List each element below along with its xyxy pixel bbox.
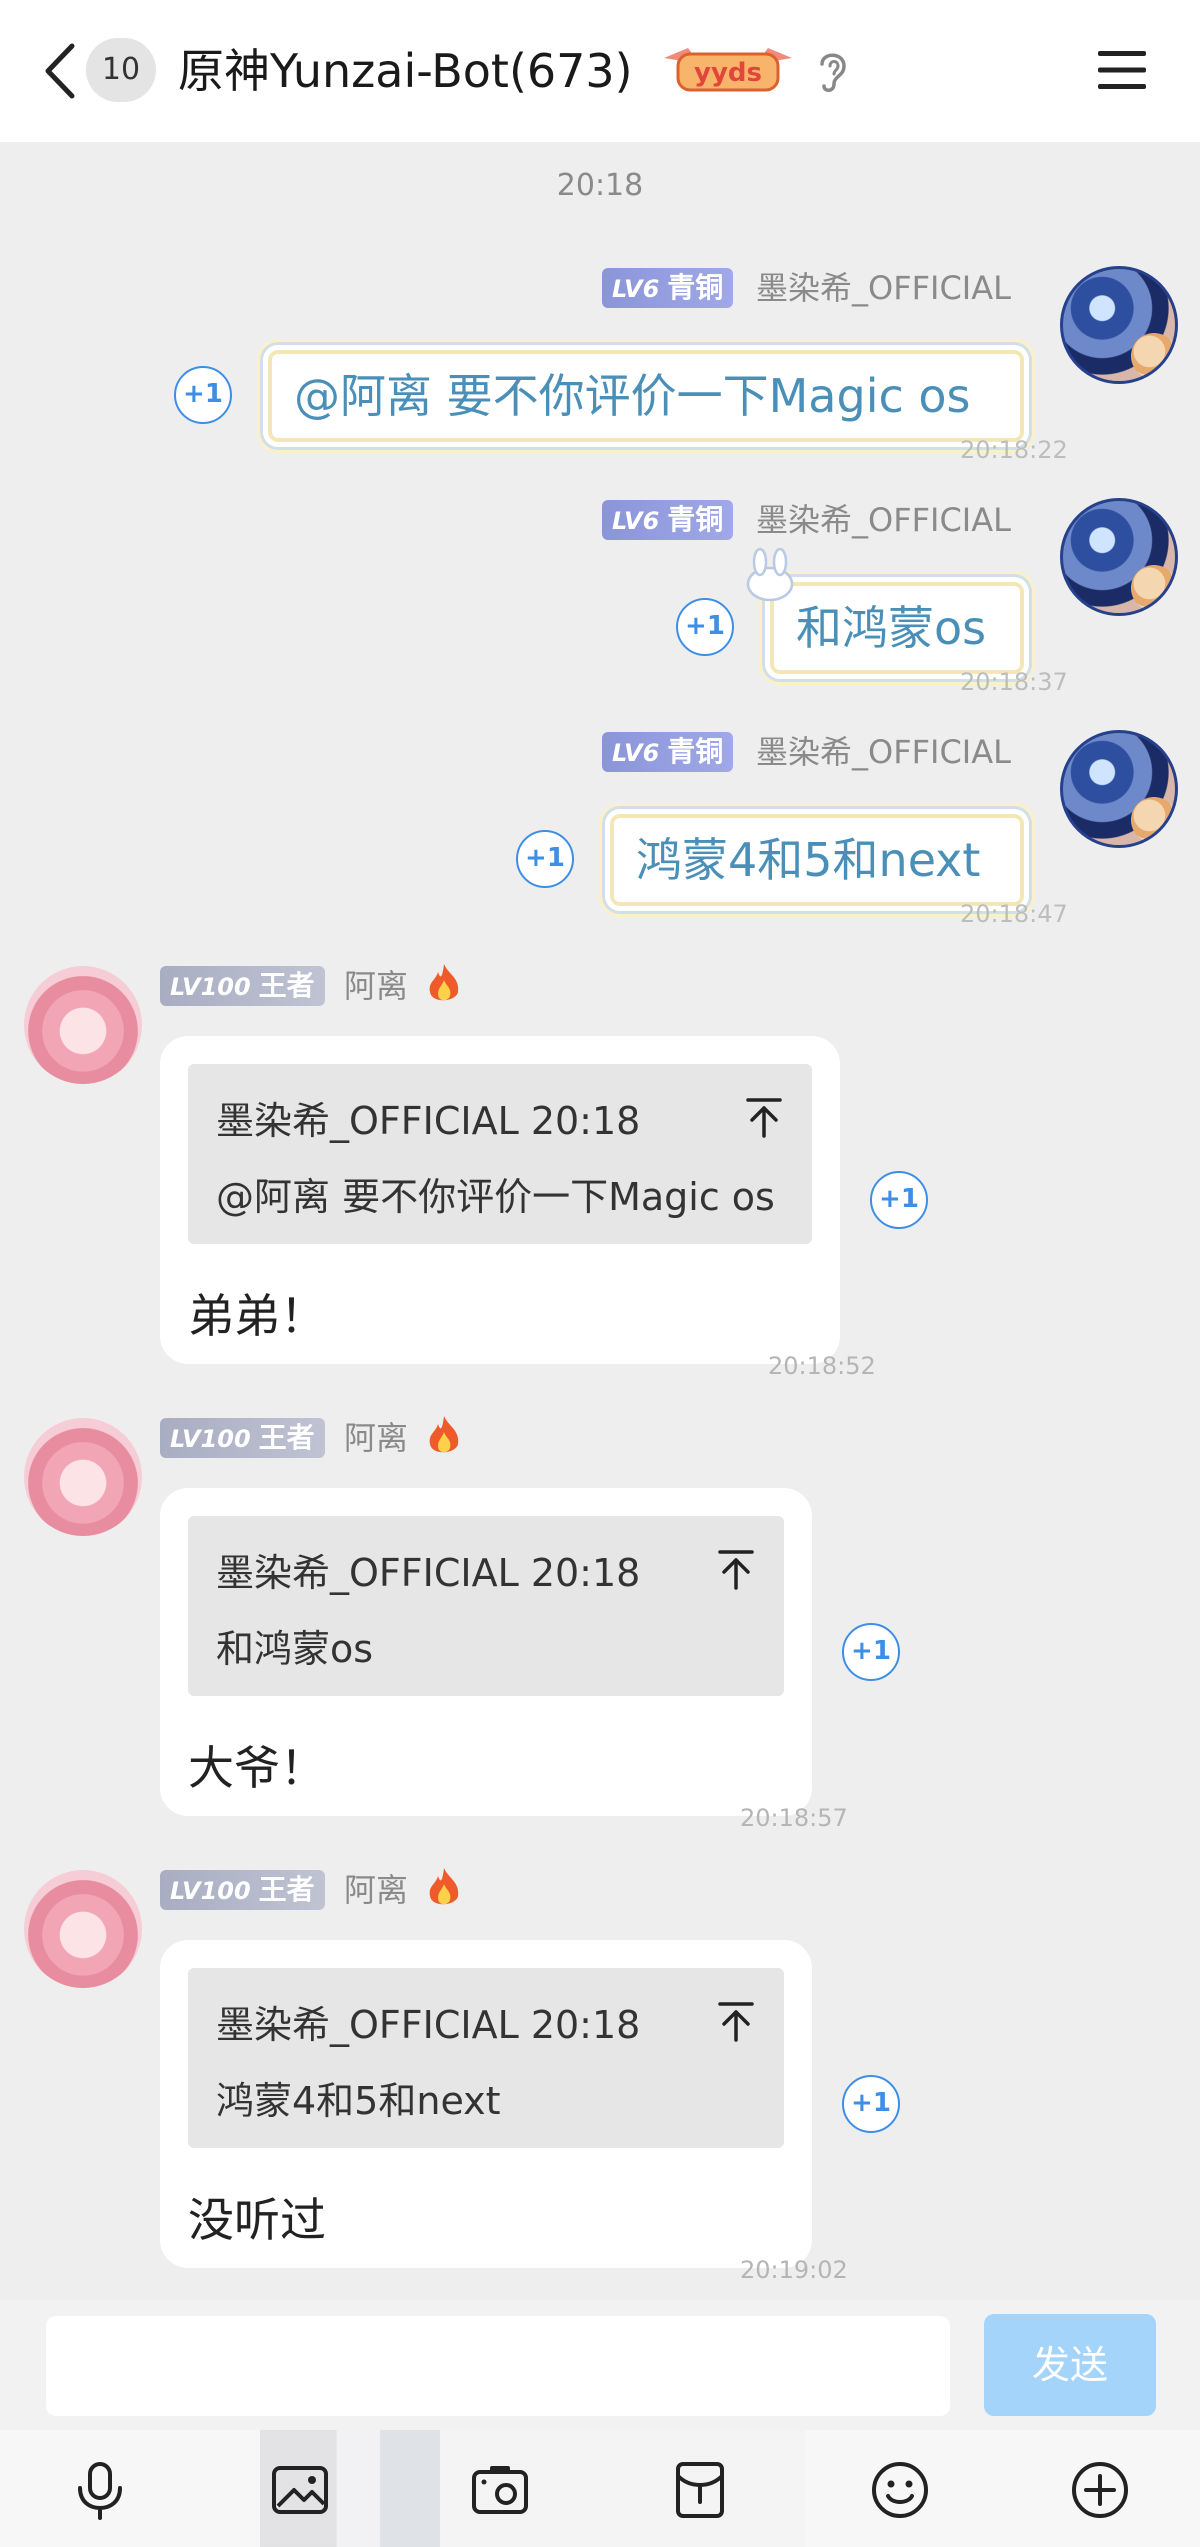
send-button[interactable]: 发送 (984, 2314, 1156, 2416)
plus-one-button[interactable]: +1 (842, 1623, 900, 1681)
microphone-icon[interactable] (68, 2458, 132, 2522)
quote-body: 和鸿蒙os (216, 1627, 374, 1671)
svg-text:yyds: yyds (694, 58, 762, 88)
message-time: 20:18:57 (740, 1804, 848, 1832)
avatar[interactable] (1060, 498, 1178, 616)
hamburger-menu-icon[interactable] (1096, 48, 1148, 92)
message-composer: 发送 (0, 2300, 1200, 2430)
jump-to-quote-icon[interactable] (716, 1548, 756, 1592)
plus-one-button[interactable]: +1 (870, 1171, 928, 1229)
sender-name[interactable]: 墨染希_OFFICIAL (756, 732, 1011, 772)
reply-bubble[interactable]: 墨染希_OFFICIAL 20:18 和鸿蒙os 大爷！ (160, 1488, 812, 1816)
jump-to-quote-icon[interactable] (716, 2000, 756, 2044)
quote-header: 墨染希_OFFICIAL 20:18 (216, 2003, 641, 2047)
message-time: 20:18:22 (960, 436, 1068, 464)
chat-title[interactable]: 原神Yunzai-Bot(673) (178, 38, 633, 104)
quoted-message[interactable]: 墨染希_OFFICIAL 20:18 @阿离 要不你评价一下Magic os (188, 1064, 812, 1244)
message-time: 20:18:37 (960, 668, 1068, 696)
level-badge: LV6 青铜 (602, 732, 734, 772)
avatar[interactable] (1060, 730, 1178, 848)
quoted-message[interactable]: 墨染希_OFFICIAL 20:18 鸿蒙4和5和next (188, 1968, 784, 2148)
emoji-icon[interactable] (868, 2458, 932, 2522)
yyds-badge-icon: yyds (664, 48, 792, 92)
plus-one-button[interactable]: +1 (676, 598, 734, 656)
avatar[interactable] (24, 1870, 142, 1988)
message-text: 没听过 (188, 2193, 326, 2247)
plus-circle-icon[interactable] (1068, 2458, 1132, 2522)
message-time: 20:19:02 (740, 2256, 848, 2284)
message-text: 弟弟！ (188, 1289, 326, 1343)
plus-one-button[interactable]: +1 (842, 2075, 900, 2133)
fire-icon (429, 1868, 459, 1905)
chevron-left-icon[interactable] (38, 40, 82, 102)
message-bubble[interactable]: 鸿蒙4和5和next (610, 814, 1024, 906)
plus-one-button[interactable]: +1 (174, 366, 232, 424)
message-text: 大爷！ (188, 1741, 326, 1795)
sender-name[interactable]: 阿离 (344, 966, 408, 1006)
ear-icon[interactable] (812, 46, 852, 96)
level-badge: LV6 青铜 (602, 268, 734, 308)
unread-count-badge[interactable]: 10 (86, 38, 156, 102)
fire-icon (429, 1416, 459, 1453)
sender-name[interactable]: 阿离 (344, 1418, 408, 1458)
reply-bubble[interactable]: 墨染希_OFFICIAL 20:18 鸿蒙4和5和next 没听过 (160, 1940, 812, 2268)
message-time: 20:18:52 (768, 1352, 876, 1380)
sender-name[interactable]: 墨染希_OFFICIAL (756, 268, 1011, 308)
message-bubble[interactable]: 和鸿蒙os (770, 582, 1024, 674)
red-packet-icon[interactable] (668, 2458, 732, 2522)
avatar[interactable] (24, 1418, 142, 1536)
message-input[interactable] (46, 2316, 950, 2416)
level-badge: LV100 王者 (160, 1870, 325, 1910)
fire-icon (429, 964, 459, 1001)
quote-header: 墨染希_OFFICIAL 20:18 (216, 1099, 641, 1143)
avatar[interactable] (1060, 266, 1178, 384)
sender-name[interactable]: 墨染希_OFFICIAL (756, 500, 1011, 540)
chat-header: 10 原神Yunzai-Bot(673) yyds (0, 0, 1200, 142)
avatar[interactable] (24, 966, 142, 1084)
camera-icon[interactable] (468, 2458, 532, 2522)
reply-bubble[interactable]: 墨染希_OFFICIAL 20:18 @阿离 要不你评价一下Magic os 弟… (160, 1036, 840, 1364)
level-badge: LV6 青铜 (602, 500, 734, 540)
jump-to-quote-icon[interactable] (744, 1096, 784, 1140)
quote-header: 墨染希_OFFICIAL 20:18 (216, 1551, 641, 1595)
image-icon[interactable] (268, 2458, 332, 2522)
quoted-message[interactable]: 墨染希_OFFICIAL 20:18 和鸿蒙os (188, 1516, 784, 1696)
sender-name[interactable]: 阿离 (344, 1870, 408, 1910)
bunny-decoration-icon (746, 548, 794, 602)
time-separator: 20:18 (556, 168, 644, 203)
quote-body: @阿离 要不你评价一下Magic os (216, 1175, 775, 1219)
quote-body: 鸿蒙4和5和next (216, 2079, 501, 2123)
input-toolbar (0, 2430, 1200, 2547)
plus-one-button[interactable]: +1 (516, 830, 574, 888)
level-badge: LV100 王者 (160, 1418, 325, 1458)
message-bubble[interactable]: @阿离 要不你评价一下Magic os (268, 350, 1024, 442)
message-time: 20:18:47 (960, 900, 1068, 928)
level-badge: LV100 王者 (160, 966, 325, 1006)
